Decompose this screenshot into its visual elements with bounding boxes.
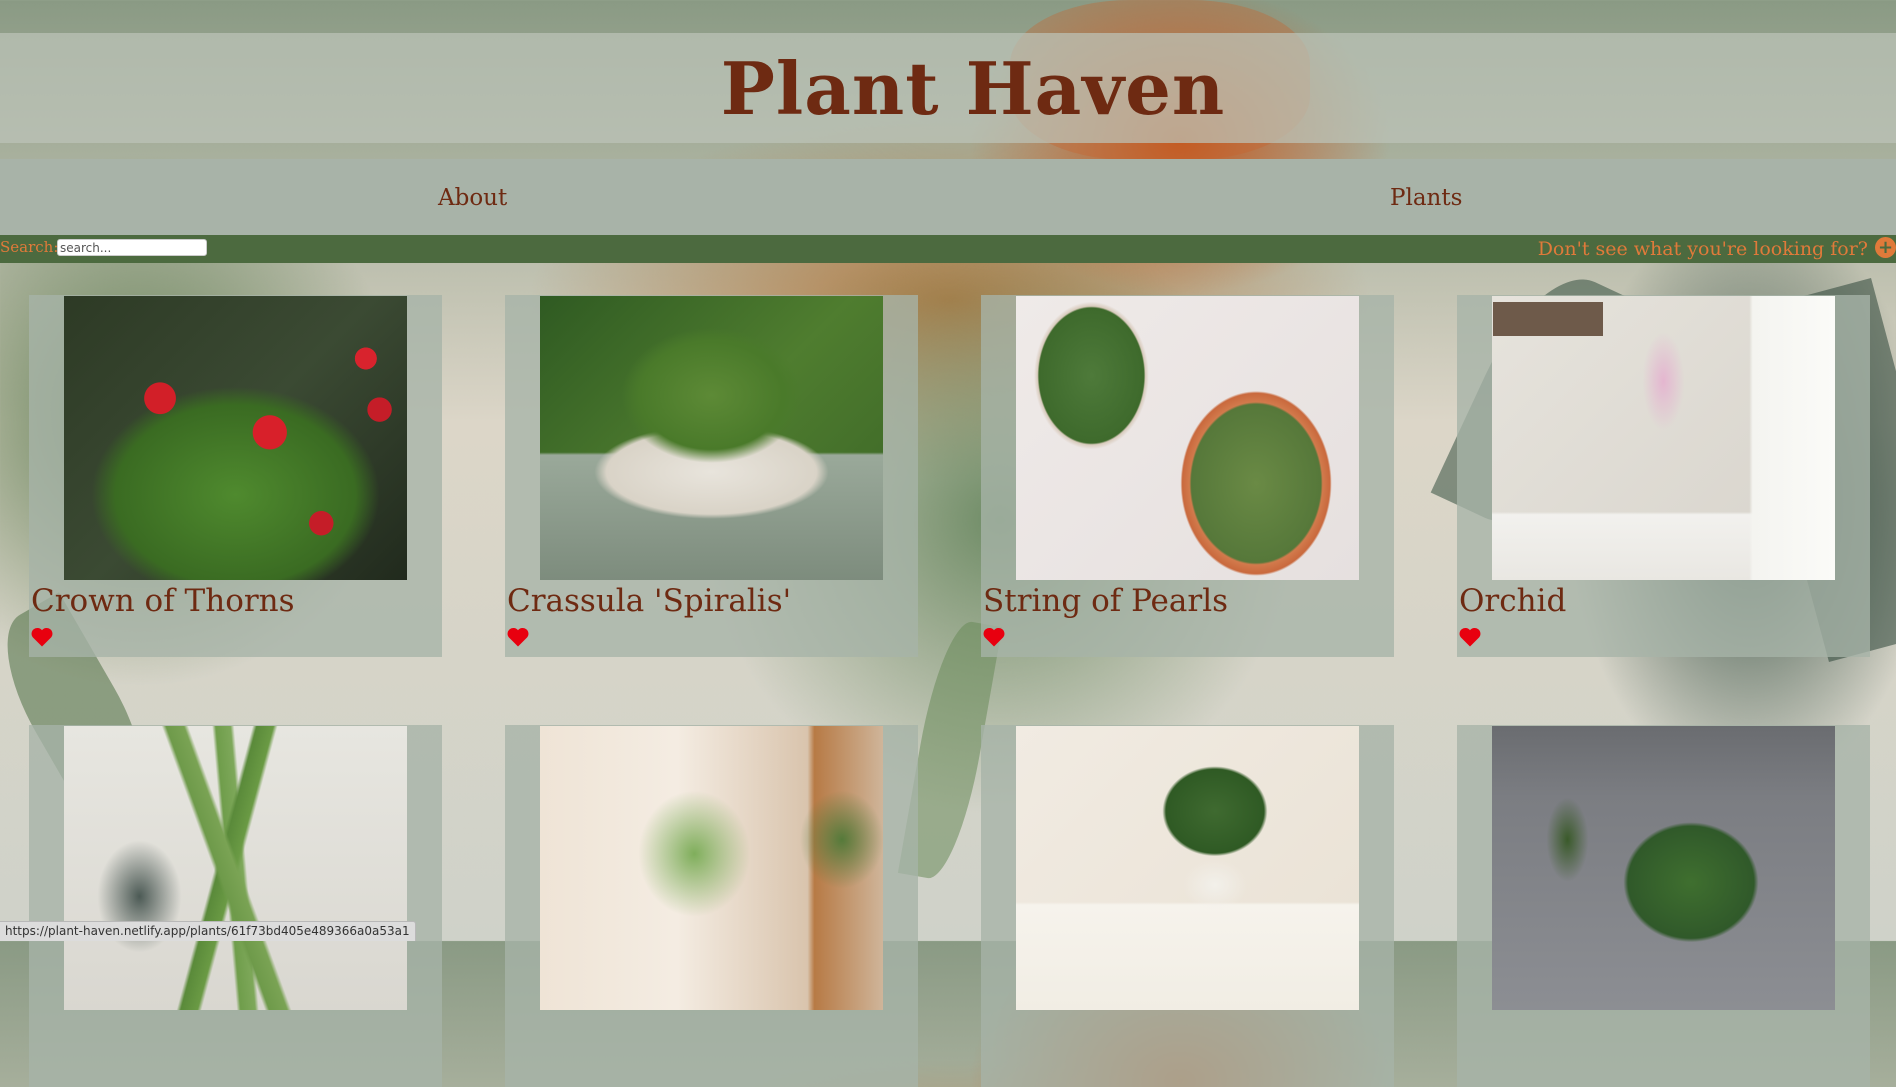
heart-icon[interactable] — [507, 627, 529, 647]
heart-icon[interactable] — [983, 627, 1005, 647]
plant-name[interactable]: Crassula 'Spiralis' — [507, 583, 791, 619]
plant-card[interactable] — [981, 725, 1394, 1087]
site-header: Plant Haven — [0, 33, 1896, 143]
heart-icon[interactable] — [31, 627, 53, 647]
search-input[interactable] — [57, 239, 207, 256]
site-title: Plant Haven — [720, 45, 1226, 131]
plant-card[interactable]: Orchid — [1457, 295, 1870, 657]
plus-circle-icon[interactable]: + — [1875, 237, 1896, 258]
nav-link-plants[interactable]: Plants — [1390, 185, 1462, 211]
search-bar: Search: Don't see what you're looking fo… — [0, 235, 1896, 263]
plant-photo[interactable] — [64, 726, 407, 1010]
plant-name[interactable]: String of Pearls — [983, 583, 1228, 619]
plant-name[interactable]: Orchid — [1459, 583, 1566, 619]
nav-link-about[interactable]: About — [438, 185, 507, 211]
plant-photo[interactable] — [540, 726, 883, 1010]
plant-photo[interactable] — [1016, 296, 1359, 580]
plant-card[interactable]: String of Pearls — [981, 295, 1394, 657]
plant-card[interactable] — [505, 725, 918, 1087]
plant-photo[interactable] — [1016, 726, 1359, 1010]
plant-photo[interactable] — [540, 296, 883, 580]
plant-card[interactable] — [29, 725, 442, 1087]
plant-name[interactable]: Crown of Thorns — [31, 583, 295, 619]
plant-card[interactable] — [1457, 725, 1870, 1087]
search-label: Search: — [0, 238, 59, 256]
plant-photo[interactable] — [1492, 296, 1835, 580]
status-bar-url: https://plant-haven.netlify.app/plants/6… — [0, 921, 416, 941]
plant-card[interactable]: Crassula 'Spiralis' — [505, 295, 918, 657]
plant-photo[interactable] — [64, 296, 407, 580]
plant-card[interactable]: Crown of Thorns — [29, 295, 442, 657]
plant-photo[interactable] — [1492, 726, 1835, 1010]
main-nav: About Plants — [0, 159, 1896, 235]
heart-icon[interactable] — [1459, 627, 1481, 647]
add-plant-link[interactable]: Don't see what you're looking for? — [1538, 238, 1868, 260]
